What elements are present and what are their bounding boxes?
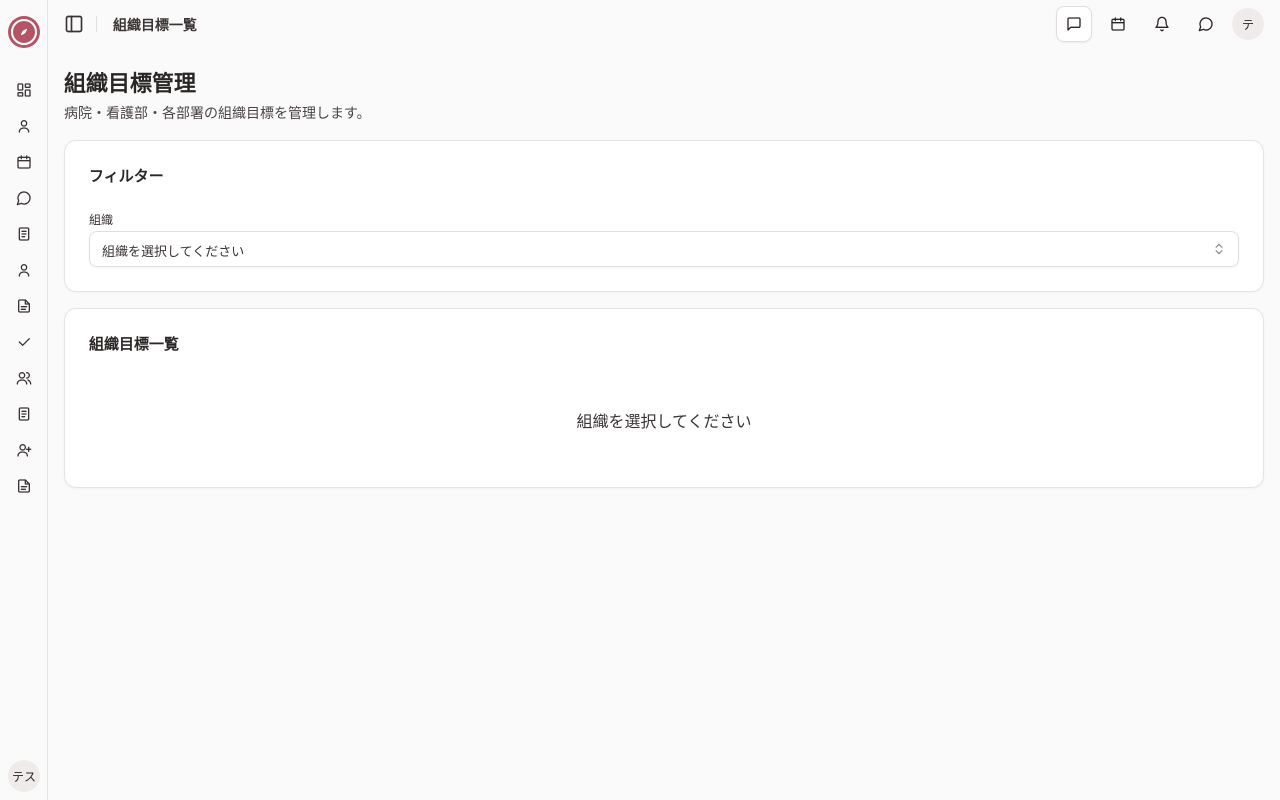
goal-list-card: 組織目標一覧 組織を選択してください [64,308,1264,488]
document-icon[interactable] [14,296,34,316]
calendar-icon[interactable] [14,152,34,172]
notifications-button[interactable] [1144,6,1180,42]
organization-select-value: 組織を選択してください [102,245,245,260]
chevrons-up-down-icon [1215,243,1223,255]
message-circle-icon [1198,17,1213,32]
calendar-icon [1111,17,1125,31]
user-plus-icon[interactable] [14,440,34,460]
user-icon[interactable] [14,116,34,136]
filter-card-title: フィルター [89,167,164,185]
document-icon[interactable] [14,476,34,496]
filter-card: フィルター 組織 組織を選択してください [64,140,1264,292]
compass-icon [11,19,37,45]
top-header: 組織目標一覧 テ [48,0,1280,48]
app-logo[interactable] [8,16,40,48]
calendar-button[interactable] [1100,6,1136,42]
sidebar-user-avatar[interactable]: テス [8,760,40,792]
sidebar: テス [0,0,48,800]
user-icon[interactable] [14,260,34,280]
dashboard-icon[interactable] [14,80,34,100]
bell-icon [1155,16,1169,32]
chat-button[interactable] [1056,6,1092,42]
header-divider [96,16,97,32]
page-description: 病院・看護部・各部署の組織目標を管理します。 [64,106,371,122]
message-icon[interactable] [14,188,34,208]
messages-button[interactable] [1188,6,1224,42]
organization-select[interactable]: 組織を選択してください [89,231,1239,267]
notebook-icon[interactable] [14,404,34,424]
message-square-icon [1067,17,1081,31]
breadcrumb-title: 組織目標一覧 [113,18,197,34]
check-icon[interactable] [14,332,34,352]
sidebar-toggle-icon[interactable] [64,14,84,34]
organization-label: 組織 [89,213,114,227]
user-avatar[interactable]: テ [1232,8,1264,40]
notebook-icon[interactable] [14,224,34,244]
goal-list-title: 組織目標一覧 [89,335,180,353]
empty-state-message: 組織を選択してください [576,412,752,431]
users-icon[interactable] [14,368,34,388]
page-title: 組織目標管理 [64,72,197,97]
